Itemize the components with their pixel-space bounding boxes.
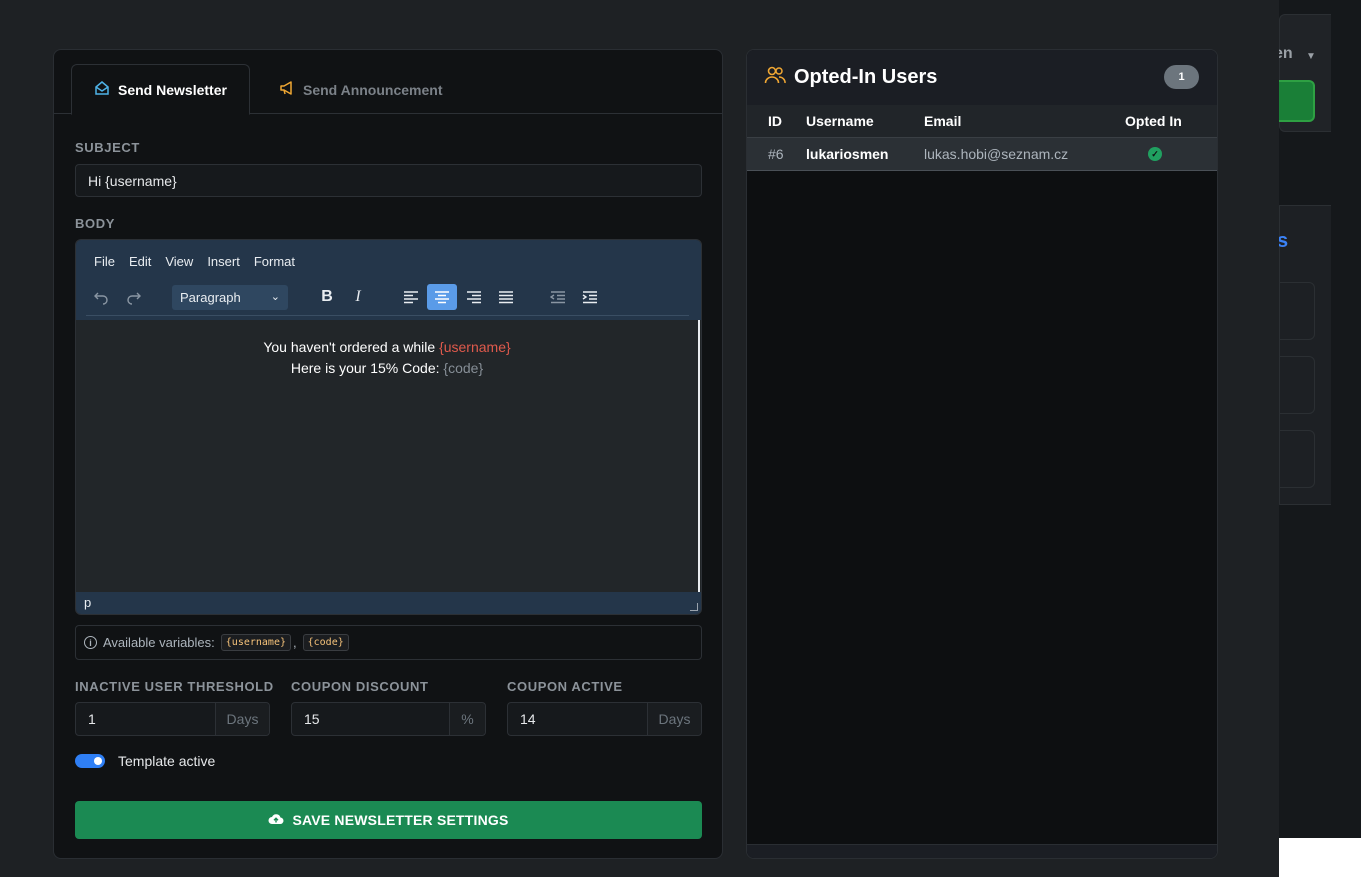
editor-toolbar: Paragraph ⌄ B I xyxy=(76,284,701,312)
align-justify-icon[interactable] xyxy=(491,284,521,310)
background-box xyxy=(1279,282,1315,340)
content-line-1: You haven't ordered a while {username} xyxy=(76,337,698,358)
toggle-knob xyxy=(94,757,102,765)
days-unit: Days xyxy=(647,703,701,735)
opted-in-users-panel: Opted-In Users 1 ID Username Email Opted… xyxy=(746,49,1218,859)
indent-icon[interactable] xyxy=(575,284,605,310)
variable-username: {username} xyxy=(220,634,291,651)
tab-label: Send Announcement xyxy=(303,81,443,98)
bold-icon[interactable]: B xyxy=(312,284,342,310)
block-format-select[interactable]: Paragraph ⌄ xyxy=(172,285,288,310)
row-id: #6 xyxy=(768,146,784,162)
row-email: lukas.hobi@seznam.cz xyxy=(924,146,1069,162)
content-line-2: Here is your 15% Code: {code} xyxy=(76,358,698,379)
editor-menubar: File Edit View Insert Format xyxy=(76,240,701,269)
subject-input[interactable]: Hi {username} xyxy=(75,164,702,197)
column-opted-in: Opted In xyxy=(1125,113,1182,129)
code-variable: {code} xyxy=(443,360,484,376)
align-center-icon[interactable] xyxy=(427,284,457,310)
row-opted-in: ✓ xyxy=(1148,138,1162,170)
resize-handle-icon[interactable] xyxy=(690,603,698,611)
coupon-discount-label: COUPON DISCOUNT xyxy=(291,679,429,694)
menu-format[interactable]: Format xyxy=(247,254,302,269)
menu-insert[interactable]: Insert xyxy=(200,254,247,269)
opted-in-title: Opted-In Users xyxy=(794,66,938,88)
rich-text-editor[interactable]: File Edit View Insert Format Paragraph ⌄… xyxy=(75,239,702,615)
info-icon: i xyxy=(84,636,97,649)
users-icon xyxy=(764,66,786,89)
background-blue-text: s xyxy=(1279,230,1289,252)
coupon-active-value[interactable]: 14 xyxy=(520,703,536,735)
editor-content[interactable]: You haven't ordered a while {username} H… xyxy=(76,320,700,594)
row-username: lukariosmen xyxy=(806,146,889,162)
available-variables: i Available variables: {username} , {cod… xyxy=(75,625,702,660)
table-header: ID Username Email Opted In xyxy=(747,105,1217,138)
save-button-label: SAVE NEWSLETTER SETTINGS xyxy=(292,812,509,828)
percent-unit: % xyxy=(449,703,485,735)
envelope-open-icon xyxy=(94,80,110,99)
column-email: Email xyxy=(924,113,962,129)
template-active-toggle[interactable] xyxy=(75,754,105,768)
tab-send-announcement[interactable]: Send Announcement xyxy=(257,64,465,115)
undo-icon[interactable] xyxy=(86,284,116,310)
coupon-discount-field[interactable]: 15 % xyxy=(291,702,486,736)
menu-edit[interactable]: Edit xyxy=(122,254,158,269)
caret-down-icon: ▼ xyxy=(1306,51,1316,62)
redo-icon[interactable] xyxy=(119,284,149,310)
newsletter-panel: Send Newsletter Send Announcement SUBJEC… xyxy=(53,49,723,859)
body-label: BODY xyxy=(75,216,115,231)
chevron-down-icon: ⌄ xyxy=(270,291,280,303)
coupon-active-label: COUPON ACTIVE xyxy=(507,679,623,694)
opted-in-count-badge: 1 xyxy=(1164,65,1199,89)
column-id: ID xyxy=(768,113,782,129)
editor-statusbar: p xyxy=(76,592,701,614)
tab-label: Send Newsletter xyxy=(118,81,227,98)
align-right-icon[interactable] xyxy=(459,284,489,310)
tab-bar: Send Newsletter Send Announcement xyxy=(54,50,722,115)
background-white-area xyxy=(1279,838,1361,877)
save-newsletter-button[interactable]: SAVE NEWSLETTER SETTINGS xyxy=(75,801,702,839)
inactive-threshold-label: INACTIVE USER THRESHOLD xyxy=(75,679,274,694)
subject-label: SUBJECT xyxy=(75,140,140,155)
outdent-icon[interactable] xyxy=(543,284,573,310)
variable-code: {code} xyxy=(302,634,349,651)
align-left-icon[interactable] xyxy=(396,284,426,310)
block-format-value: Paragraph xyxy=(180,290,241,305)
background-page: en ▼ s xyxy=(1279,0,1361,877)
coupon-discount-value[interactable]: 15 xyxy=(304,703,320,735)
megaphone-icon xyxy=(279,80,295,99)
element-path[interactable]: p xyxy=(84,595,91,610)
table-row[interactable]: #6 lukariosmen lukas.hobi@seznam.cz ✓ xyxy=(747,138,1217,171)
check-circle-icon: ✓ xyxy=(1148,147,1162,161)
username-variable: {username} xyxy=(439,339,511,355)
menu-view[interactable]: View xyxy=(158,254,200,269)
cloud-upload-icon xyxy=(268,812,284,829)
background-text: en xyxy=(1279,45,1293,62)
background-green-button xyxy=(1279,80,1315,122)
background-box xyxy=(1279,356,1315,414)
panel-footer xyxy=(747,844,1217,858)
tab-send-newsletter[interactable]: Send Newsletter xyxy=(71,64,250,115)
background-box xyxy=(1279,430,1315,488)
toolbar-divider xyxy=(86,315,689,316)
content-text: Here is your 15% Code: xyxy=(290,360,444,376)
column-username: Username xyxy=(806,113,874,129)
coupon-active-field[interactable]: 14 Days xyxy=(507,702,702,736)
template-active-label: Template active xyxy=(118,753,216,769)
italic-icon[interactable]: I xyxy=(343,284,373,310)
opted-in-header: Opted-In Users 1 xyxy=(747,50,1217,105)
variables-prefix: Available variables: xyxy=(103,635,215,650)
inactive-threshold-value[interactable]: 1 xyxy=(88,703,96,735)
menu-file[interactable]: File xyxy=(87,254,122,269)
days-unit: Days xyxy=(215,703,269,735)
inactive-threshold-field[interactable]: 1 Days xyxy=(75,702,270,736)
content-text: You haven't ordered a while xyxy=(263,339,440,355)
variables-separator: , xyxy=(293,635,297,650)
